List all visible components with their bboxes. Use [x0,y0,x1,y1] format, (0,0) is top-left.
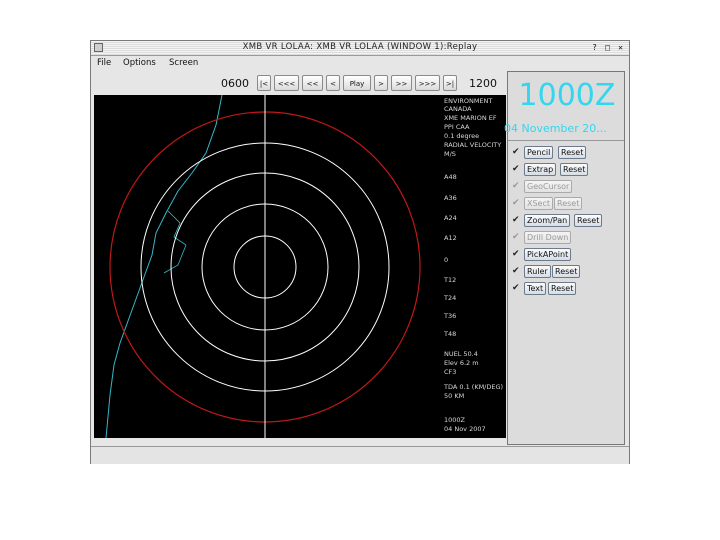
radar-display[interactable]: ENVIRONMENT CANADA XME MARION EF PPI CAA… [94,95,506,438]
pencil-button[interactable]: Pencil [524,146,554,159]
step-back-large-button[interactable]: <<< [274,75,299,91]
radar-info-line: Elev 6.2 m [444,359,479,367]
radar-header-line: ENVIRONMENT [444,97,493,105]
checkmark-icon: ✔ [512,198,520,208]
checkmark-icon[interactable]: ✔ [512,164,520,174]
zoom-pan-button[interactable]: Zoom/Pan [524,214,571,227]
checkmark-icon[interactable]: ✔ [512,215,520,225]
menu-file[interactable]: File [97,58,111,68]
checkmark-icon[interactable]: ✔ [512,249,520,259]
status-bar [91,446,629,464]
checkmark-icon[interactable]: ✔ [512,283,520,293]
checkmark-icon: ✔ [512,181,520,191]
extrap-reset-button[interactable]: Reset [560,163,589,176]
time-navigation-bar: 0600 |< <<< << < Play > >> >>> >| 1200 [91,71,507,93]
radar-info-line: NUEL 50.4 [444,350,478,358]
legend-label: 0 [444,256,449,264]
menu-options[interactable]: Options [123,58,156,68]
last-frame-button[interactable]: >| [443,75,457,91]
checkmark-icon[interactable]: ✔ [512,266,520,276]
step-back-medium-button[interactable]: << [302,75,323,91]
divider [508,140,624,141]
start-time: 0600 [221,77,249,90]
close-button[interactable]: ✕ [615,42,626,53]
radar-header-line: M/S [444,150,456,158]
step-back-button[interactable]: < [326,75,340,91]
radar-info-line: 50 KM [444,392,465,400]
radar-info-line: CF3 [444,368,457,376]
text-reset-button[interactable]: Reset [548,282,577,295]
step-forward-button[interactable]: > [374,75,388,91]
legend-label: T12 [444,276,457,284]
xsect-button: XSect [524,197,554,210]
first-frame-button[interactable]: |< [257,75,271,91]
legend-label: T48 [444,330,457,338]
radar-header-line: XME MARION EF [444,114,497,122]
step-forward-medium-button[interactable]: >> [391,75,412,91]
geocursor-button: GeoCursor [524,180,573,193]
radar-header-line: CANADA [444,105,472,113]
radar-header-line: RADIAL VELOCITY [444,141,502,149]
current-time-display: 1000Z [518,78,616,113]
radar-header-line: 0.1 degree [444,132,480,140]
end-time: 1200 [469,77,497,90]
zoom-pan-reset-button[interactable]: Reset [574,214,603,227]
legend-label: T24 [444,294,457,302]
ruler-button[interactable]: Ruler [524,265,551,278]
text-button[interactable]: Text [524,282,547,295]
extrap-button[interactable]: Extrap [524,163,557,176]
pencil-reset-button[interactable]: Reset [558,146,587,159]
legend-label: A24 [444,214,457,222]
legend-label: T36 [444,312,457,320]
radar-info-line: TDA 0.1 (KM/DEG) [444,383,504,391]
ruler-reset-button[interactable]: Reset [552,265,581,278]
drill-down-button: Drill Down [524,231,572,244]
current-date-display: 04 November 20... [504,122,607,135]
radar-date-label: 04 Nov 2007 [444,425,486,433]
menu-screen[interactable]: Screen [169,58,198,68]
coastline-inlet [163,210,187,274]
legend-label: A36 [444,194,457,202]
window-title: XMB VR LOLAA: XMB VR LOLAA (WINDOW 1):Re… [242,42,478,52]
radar-time-label: 1000Z [444,416,465,424]
radar-echoes [182,145,356,423]
help-button[interactable]: ? [589,42,600,53]
range-rings [109,95,421,438]
step-forward-large-button[interactable]: >>> [415,75,440,91]
xsect-reset-button: Reset [554,197,583,210]
title-bar[interactable]: XMB VR LOLAA: XMB VR LOLAA (WINDOW 1):Re… [91,41,629,56]
legend-label: A12 [444,234,457,242]
menu-bar: File Options Screen [91,56,629,70]
checkmark-icon[interactable]: ✔ [512,147,520,157]
legend-label: A48 [444,173,457,181]
checkmark-icon: ✔ [512,232,520,242]
pick-a-point-button[interactable]: PickAPoint [524,248,572,261]
tool-panel: 1000Z 04 November 20... ✔ Pencil Reset ✔… [504,71,625,445]
app-window: XMB VR LOLAA: XMB VR LOLAA (WINDOW 1):Re… [90,40,630,464]
play-button[interactable]: Play [343,75,371,91]
radar-header-line: PPI CAA [444,123,470,131]
maximize-button[interactable]: □ [602,42,613,53]
